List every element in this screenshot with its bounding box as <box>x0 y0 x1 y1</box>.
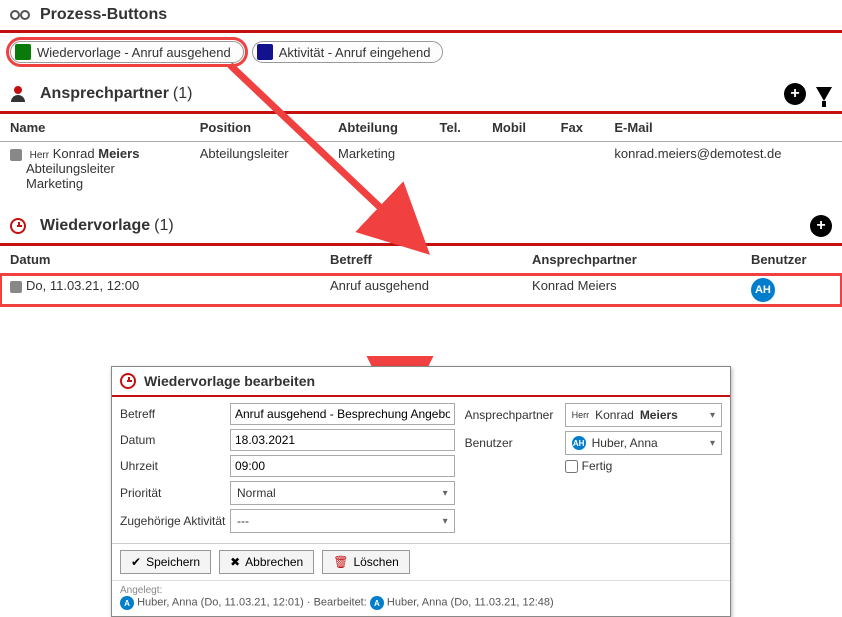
label-user: Benutzer <box>465 436 565 450</box>
user-avatar: A <box>370 596 384 610</box>
followup-table: Datum Betreff Ansprechpartner Benutzer D… <box>0 246 842 306</box>
user-avatar: AH <box>751 278 775 302</box>
calendar-icon <box>10 281 22 293</box>
col-department[interactable]: Abteilung <box>328 114 429 142</box>
col-subject[interactable]: Betreff <box>320 246 522 274</box>
audit-line: Angelegt: A Huber, Anna (Do, 11.03.21, 1… <box>112 580 730 616</box>
pill-label: Wiedervorlage - Anruf ausgehend <box>37 45 231 60</box>
label-done: Fertig <box>582 459 613 473</box>
followup-count: (1) <box>154 217 174 235</box>
label-priority: Priorität <box>120 486 230 500</box>
priority-select[interactable]: Normal <box>230 481 455 505</box>
table-row[interactable]: Do, 11.03.21, 12:00 Anruf ausgehend Konr… <box>0 274 842 307</box>
contact-select[interactable]: Herr Konrad Meiers <box>565 403 722 427</box>
voicemail-icon <box>10 10 30 20</box>
activity-select[interactable]: --- <box>230 509 455 533</box>
section-header-contacts: Ansprechpartner (1) + <box>0 77 842 114</box>
swatch-green <box>15 44 31 60</box>
pill-label: Aktivität - Anruf eingehend <box>279 45 431 60</box>
filter-icon[interactable] <box>816 87 832 101</box>
col-user[interactable]: Benutzer <box>741 246 842 274</box>
contacts-table: Name Position Abteilung Tel. Mobil Fax E… <box>0 114 842 195</box>
clock-icon <box>10 218 26 234</box>
edit-followup-dialog: Wiedervorlage bearbeiten Betreff Datum U… <box>111 366 731 617</box>
section-header-followup: Wiedervorlage (1) + <box>0 209 842 246</box>
card-icon <box>10 149 22 161</box>
col-mobile[interactable]: Mobil <box>482 114 550 142</box>
dialog-header: Wiedervorlage bearbeiten <box>112 367 730 397</box>
add-contact-button[interactable]: + <box>784 83 806 105</box>
label-date: Datum <box>120 433 230 447</box>
cancel-button[interactable]: ✖ Abbrechen <box>219 550 314 574</box>
section-title-contacts: Ansprechpartner <box>40 85 169 103</box>
delete-button[interactable]: 🗑 Löschen <box>322 550 410 574</box>
process-buttons-row: Wiedervorlage - Anruf ausgehend Aktivitä… <box>0 33 842 77</box>
user-select[interactable]: AH Huber, Anna <box>565 431 722 455</box>
col-date[interactable]: Datum <box>0 246 320 274</box>
label-contact: Ansprechpartner <box>465 408 565 422</box>
time-input[interactable] <box>230 455 455 477</box>
clock-icon <box>120 373 136 389</box>
label-subject: Betreff <box>120 407 230 421</box>
col-tel[interactable]: Tel. <box>429 114 482 142</box>
subject-input[interactable] <box>230 403 455 425</box>
user-avatar: AH <box>572 436 586 450</box>
pill-followup-outgoing[interactable]: Wiedervorlage - Anruf ausgehend <box>10 41 244 63</box>
save-button[interactable]: ✔ Speichern <box>120 550 211 574</box>
dialog-title: Wiedervorlage bearbeiten <box>144 373 315 389</box>
section-title-followup: Wiedervorlage <box>40 217 150 235</box>
swatch-blue <box>257 44 273 60</box>
col-position[interactable]: Position <box>190 114 328 142</box>
contacts-count: (1) <box>173 85 193 103</box>
user-avatar: A <box>120 596 134 610</box>
pill-activity-incoming[interactable]: Aktivität - Anruf eingehend <box>252 41 444 63</box>
col-contact[interactable]: Ansprechpartner <box>522 246 741 274</box>
done-checkbox[interactable] <box>565 460 578 473</box>
date-input[interactable] <box>230 429 455 451</box>
label-time: Uhrzeit <box>120 459 230 473</box>
person-icon <box>10 86 26 102</box>
table-row[interactable]: Herr Konrad Meiers Abteilungsleiter Mark… <box>0 142 842 196</box>
section-header-process: Prozess-Buttons <box>0 0 842 33</box>
col-name[interactable]: Name <box>0 114 190 142</box>
add-followup-button[interactable]: + <box>810 215 832 237</box>
col-fax[interactable]: Fax <box>551 114 605 142</box>
section-title-process: Prozess-Buttons <box>40 6 167 24</box>
col-email[interactable]: E-Mail <box>604 114 842 142</box>
label-activity: Zugehörige Aktivität <box>120 514 230 528</box>
